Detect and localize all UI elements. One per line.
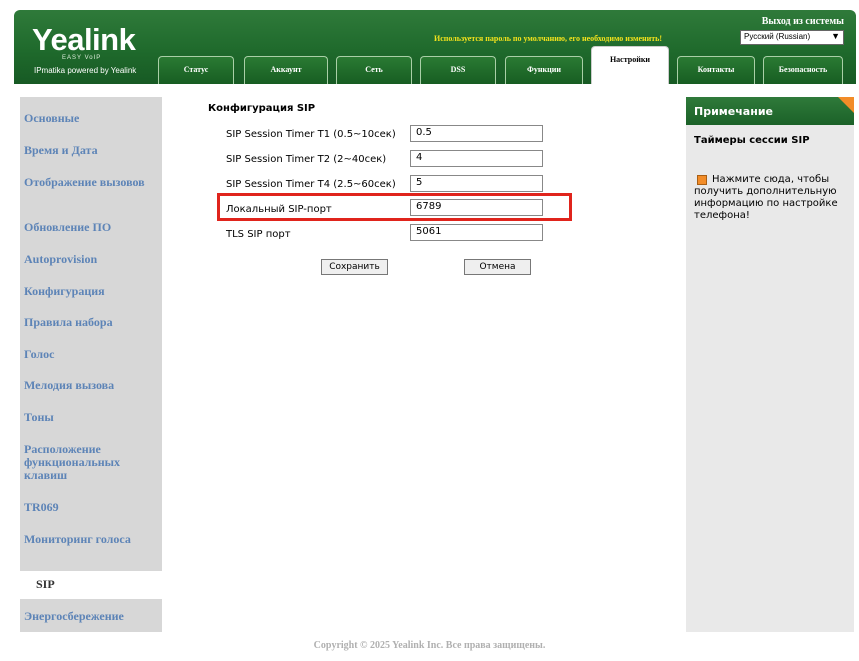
sidebar-item-tr069[interactable]: TR069 xyxy=(24,501,154,514)
sidebar-item-autoprovision[interactable]: Autoprovision xyxy=(24,253,154,266)
corner-fold-icon xyxy=(838,97,854,113)
sidebar-item-softkey-layout[interactable]: Расположение функциональных клавиш xyxy=(24,443,154,482)
tab-dss[interactable]: DSS xyxy=(420,56,496,84)
sidebar-item-time-date[interactable]: Время и Дата xyxy=(24,144,154,157)
default-password-warning: Используется пароль по умолчанию, его не… xyxy=(434,34,663,43)
note-title: Примечание xyxy=(686,97,854,125)
section-title: Конфигурация SIP xyxy=(208,103,316,114)
t4-input[interactable]: 5 xyxy=(410,175,543,192)
note-subtitle: Таймеры сессии SIP xyxy=(694,135,810,146)
tab-account[interactable]: Аккаунт xyxy=(244,56,328,84)
tab-status[interactable]: Статус xyxy=(158,56,234,84)
sidebar-item-tones[interactable]: Тоны xyxy=(24,411,154,424)
t2-label: SIP Session Timer T2 (2~40сек) xyxy=(226,154,387,165)
sidebar-item-power-saving[interactable]: Энергосбережение xyxy=(24,610,154,623)
sidebar-item-sip[interactable]: SIP xyxy=(36,577,55,592)
t1-input[interactable]: 0.5 xyxy=(410,125,543,142)
language-select[interactable]: Русский (Russian) ▼ xyxy=(740,30,844,45)
tab-settings[interactable]: Настройки xyxy=(591,46,669,84)
sidebar-item-configuration[interactable]: Конфигурация xyxy=(24,285,154,298)
sidebar-item-ring[interactable]: Мелодия вызова xyxy=(24,379,154,392)
t4-label: SIP Session Timer T4 (2.5~60сек) xyxy=(226,179,396,190)
t1-label: SIP Session Timer T1 (0.5~10сек) xyxy=(226,129,396,140)
sidebar-item-voice[interactable]: Голос xyxy=(24,348,154,361)
sidebar-item-call-display[interactable]: Отображение вызовов xyxy=(24,176,154,189)
tab-contacts[interactable]: Контакты xyxy=(677,56,755,84)
language-selected-value: Русский (Russian) xyxy=(744,32,811,41)
note-help-link[interactable]: Нажмите сюда, чтобы получить дополнитель… xyxy=(694,174,846,222)
tls-sip-port-input[interactable]: 5061 xyxy=(410,224,543,241)
highlight-box xyxy=(217,193,572,221)
cancel-button[interactable]: Отмена xyxy=(464,259,531,275)
tab-network[interactable]: Сеть xyxy=(336,56,412,84)
sidebar-item-dial-plan[interactable]: Правила набора xyxy=(24,316,154,329)
copyright-footer: Copyright © 2025 Yealink Inc. Все права … xyxy=(313,640,546,651)
t2-input[interactable]: 4 xyxy=(410,150,543,167)
logout-link[interactable]: Выход из системы xyxy=(762,16,844,27)
chevron-down-icon: ▼ xyxy=(831,31,840,41)
sidebar-item-voice-monitoring[interactable]: Мониторинг голоса xyxy=(24,533,154,546)
tab-security[interactable]: Безопасность xyxy=(763,56,843,84)
powered-by-text: IPmatika powered by Yealink xyxy=(34,66,137,75)
logo-tagline: EASY VoIP xyxy=(62,55,102,61)
save-button[interactable]: Сохранить xyxy=(321,259,388,275)
tab-features[interactable]: Функции xyxy=(505,56,583,84)
tls-sip-port-label: TLS SIP порт xyxy=(226,229,291,240)
yealink-logo: Yealink xyxy=(32,22,136,57)
sidebar-item-basic[interactable]: Основные xyxy=(24,112,154,125)
sidebar-item-upgrade[interactable]: Обновление ПО xyxy=(24,221,154,234)
